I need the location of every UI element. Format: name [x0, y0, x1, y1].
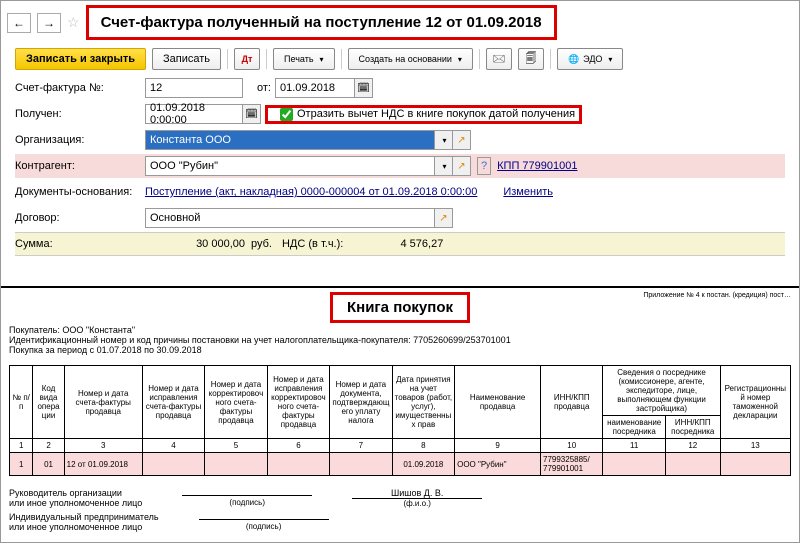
org-input[interactable]: Константа ООО: [145, 130, 435, 150]
print-button[interactable]: Печать: [273, 48, 335, 70]
number-input[interactable]: 12: [145, 78, 243, 98]
forward-button[interactable]: →: [37, 13, 61, 33]
sign-head1: Руководитель организации: [9, 488, 142, 498]
basis-link[interactable]: Поступление (акт, накладная) 0000-000004…: [145, 186, 477, 198]
buyer-label: Покупатель:: [9, 325, 60, 335]
page-title: Счет-фактура полученный на поступление 1…: [86, 5, 557, 40]
kpp-link[interactable]: КПП 779901001: [497, 160, 577, 172]
received-input[interactable]: 01.09.2018 0:00:00: [145, 104, 243, 124]
number-label: Счет-фактура №:: [15, 82, 145, 94]
purchase-book-report: Приложение № 4 к постан. (кредиция) пост…: [1, 286, 799, 542]
purchase-book-table: № п/п Код вида операции Номер и дата сче…: [9, 365, 791, 476]
org-label: Организация:: [15, 134, 145, 146]
ident-label: Идентификационный номер и код причины по…: [9, 335, 411, 345]
sign-head2: или иное уполномоченное лицо: [9, 498, 142, 508]
vat-checkbox[interactable]: [280, 108, 293, 121]
signer-name: Шишов Д. В.: [352, 488, 482, 499]
save-close-button[interactable]: Записать и закрыть: [15, 48, 146, 70]
sum-value: 30 000,00: [145, 238, 245, 250]
vat-value: 4 576,27: [353, 238, 443, 250]
ident-value: 7705260699/253701001: [413, 335, 511, 345]
contragent-input[interactable]: ООО "Рубин": [145, 156, 435, 176]
agreement-input[interactable]: Основной: [145, 208, 435, 228]
help-icon[interactable]: ?: [477, 157, 491, 175]
create-based-button[interactable]: Создать на основании: [348, 48, 473, 70]
buyer-value: ООО "Константа": [62, 325, 135, 335]
currency-label: руб.: [251, 238, 272, 250]
basis-label: Документы-основания:: [15, 186, 145, 198]
vat-label: НДС (в т.ч.):: [282, 238, 343, 250]
save-button[interactable]: Записать: [152, 48, 221, 70]
change-link[interactable]: Изменить: [503, 186, 553, 198]
calendar-icon[interactable]: 🗓: [243, 104, 261, 124]
table-row: 1 01 12 от 01.09.2018 01.09.2018 ООО "Ру…: [10, 453, 791, 476]
from-label: от:: [243, 82, 271, 94]
back-button[interactable]: ←: [7, 13, 31, 33]
contragent-dropdown[interactable]: [435, 156, 453, 176]
agreement-open[interactable]: ↗: [435, 208, 453, 228]
sum-label: Сумма:: [15, 238, 145, 250]
period-line: Покупка за период с 01.07.2018 по 30.09.…: [9, 345, 791, 355]
from-input[interactable]: 01.09.2018: [275, 78, 355, 98]
contragent-open[interactable]: ↗: [453, 156, 471, 176]
attach-button[interactable]: 🖂: [486, 48, 512, 70]
favorite-icon[interactable]: ☆: [67, 14, 80, 31]
org-open[interactable]: ↗: [453, 130, 471, 150]
dtkt-button[interactable]: Дт: [234, 48, 260, 70]
org-dropdown[interactable]: [435, 130, 453, 150]
calendar-icon[interactable]: 🗓: [355, 78, 373, 98]
copy-button[interactable]: 🗐: [518, 48, 544, 70]
edo-button[interactable]: 🌐 ЭДО: [557, 48, 624, 70]
vat-checkbox-label: Отразить вычет НДС в книге покупок датой…: [297, 108, 575, 120]
report-title: Книга покупок: [330, 292, 470, 323]
contragent-label: Контрагент:: [15, 160, 145, 172]
received-label: Получен:: [15, 108, 145, 120]
sign-ip1: Индивидуальный предприниматель: [9, 512, 159, 522]
sign-ip2: или иное уполномоченное лицо: [9, 522, 159, 532]
agreement-label: Договор:: [15, 212, 145, 224]
